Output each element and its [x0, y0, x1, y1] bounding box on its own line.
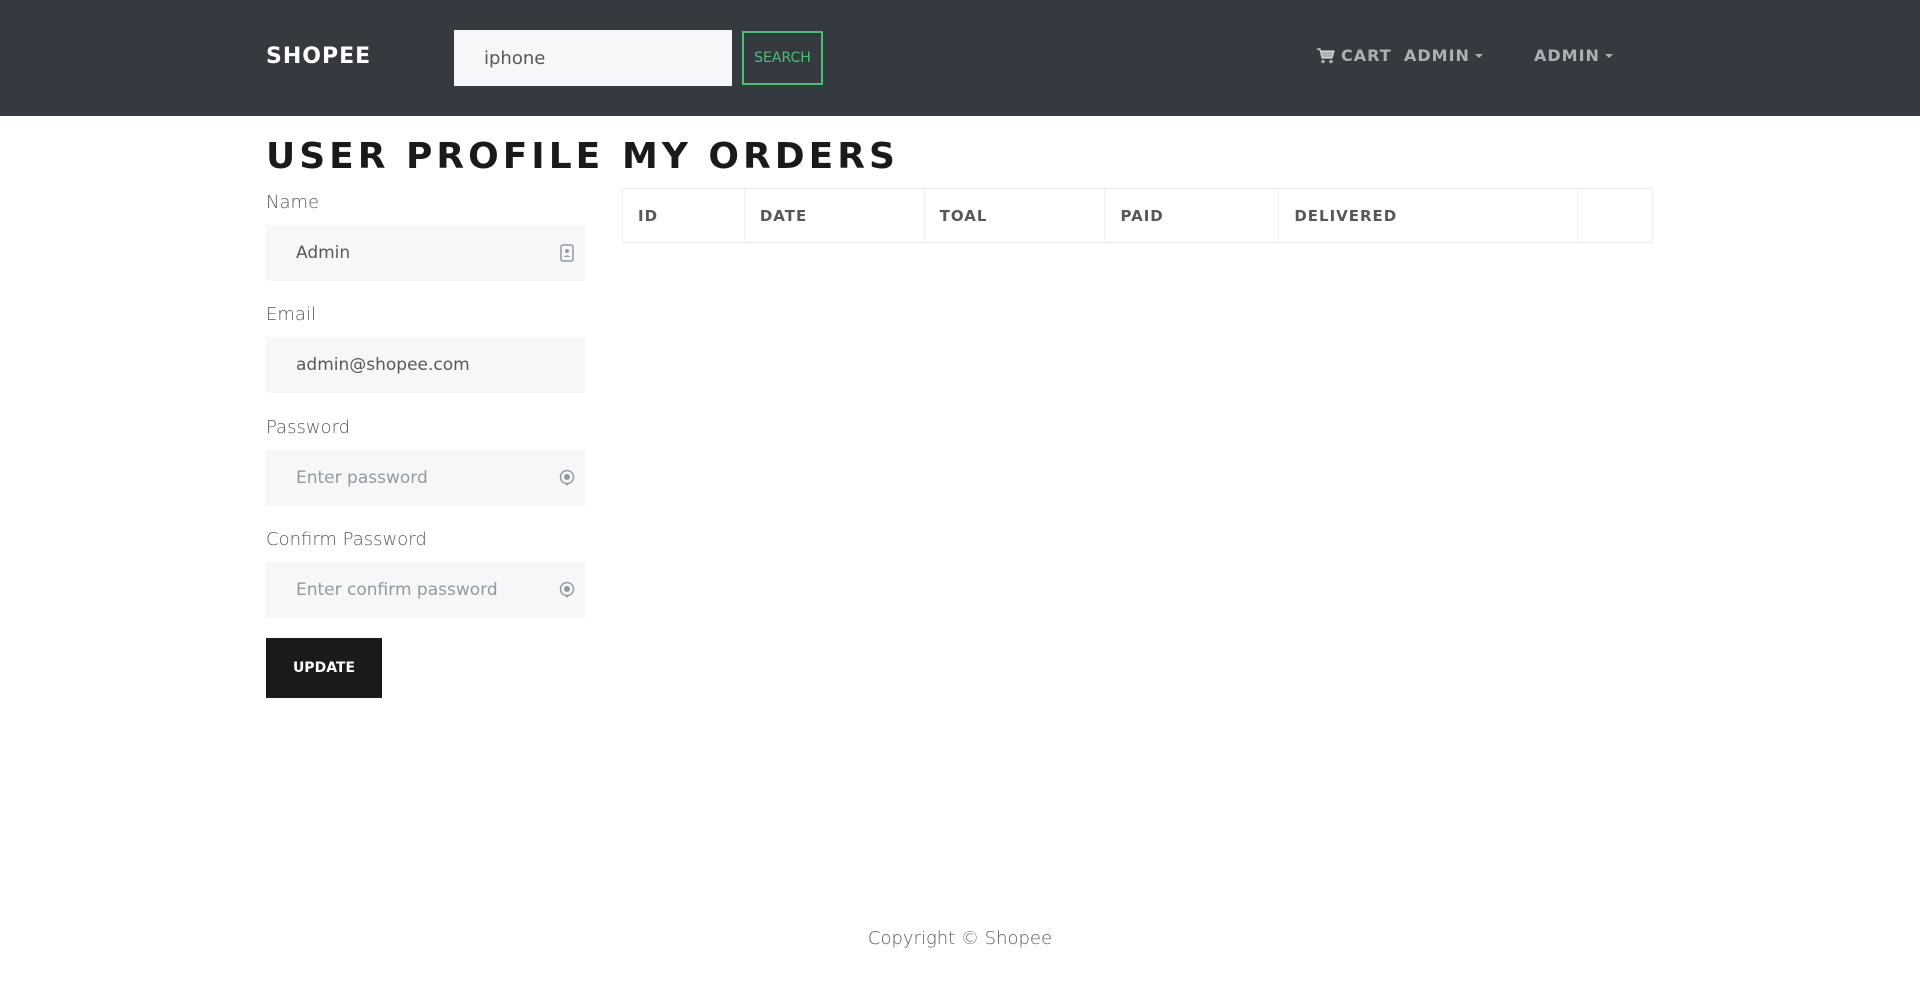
table-header-row: ID DATE TOAL PAID DELIVERED [622, 188, 1653, 243]
search-input[interactable] [454, 30, 732, 86]
orders-table: ID DATE TOAL PAID DELIVERED [622, 188, 1653, 243]
update-button[interactable]: UPDATE [266, 638, 382, 698]
admin-menu-dropdown[interactable]: ADMIN [1534, 46, 1613, 65]
password-field[interactable] [266, 450, 585, 506]
name-label: Name [266, 192, 320, 213]
navbar: SHOPEE SEARCH CART ADMIN ADMIN [0, 0, 1920, 116]
email-label: Email [266, 304, 316, 325]
confirm-password-label: Confirm Password [266, 529, 427, 550]
brand-logo[interactable]: SHOPEE [266, 44, 371, 69]
cart-icon [1317, 47, 1335, 64]
column-header-date: DATE [743, 188, 925, 243]
column-header-total: TOAL [923, 188, 1106, 243]
my-orders-title: MY ORDERS [622, 136, 899, 177]
user-menu-label: ADMIN [1404, 46, 1470, 65]
name-field[interactable] [266, 225, 585, 281]
contact-card-icon [557, 243, 577, 263]
user-profile-title: USER PROFILE [266, 136, 605, 177]
confirm-password-field-wrapper [266, 562, 585, 618]
search-button[interactable]: SEARCH [742, 31, 823, 85]
password-field-wrapper [266, 450, 585, 506]
caret-down-icon [1474, 53, 1483, 58]
confirm-password-field[interactable] [266, 562, 585, 618]
column-header-actions [1577, 188, 1653, 243]
column-header-delivered: DELIVERED [1278, 188, 1579, 243]
user-menu-dropdown[interactable]: ADMIN [1404, 46, 1483, 65]
footer-copyright: Copyright © Shopee [867, 928, 1053, 949]
password-label: Password [266, 417, 351, 438]
column-header-id: ID [622, 188, 745, 243]
admin-menu-label: ADMIN [1534, 46, 1600, 65]
cart-link[interactable]: CART [1317, 46, 1392, 65]
name-field-wrapper [266, 225, 585, 281]
cart-label: CART [1341, 46, 1392, 65]
caret-down-icon [1604, 53, 1613, 58]
column-header-paid: PAID [1104, 188, 1280, 243]
password-key-icon [557, 468, 577, 488]
password-key-icon [557, 580, 577, 600]
email-field[interactable] [266, 337, 585, 393]
email-field-wrapper [266, 337, 585, 393]
